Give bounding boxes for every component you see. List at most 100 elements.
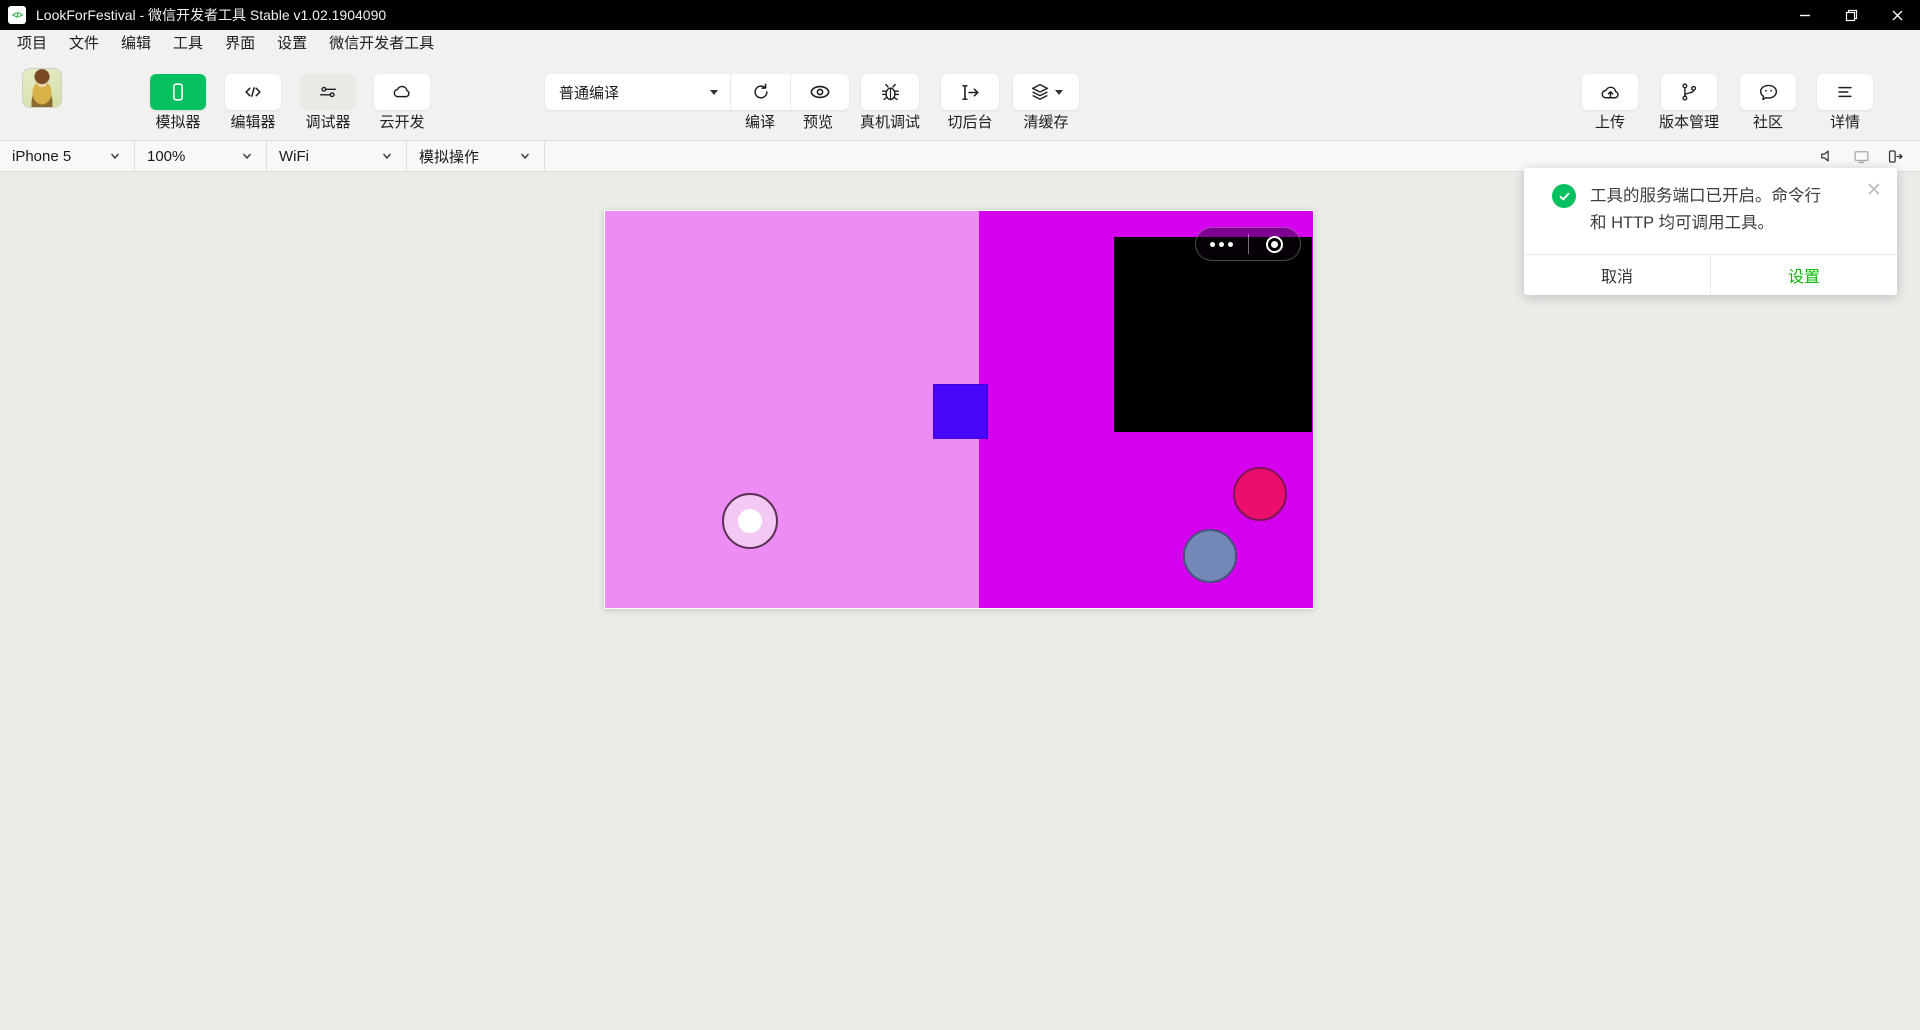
- version-label: 版本管理: [1658, 114, 1719, 131]
- details-button[interactable]: [1817, 74, 1873, 110]
- black-panel: [1114, 237, 1312, 432]
- device-bar-tools: [1810, 141, 1912, 171]
- network-value: WiFi: [279, 147, 309, 165]
- layers-icon: [1031, 83, 1049, 100]
- white-dot: [738, 509, 762, 533]
- clear-cache-button[interactable]: [1013, 74, 1079, 110]
- title-bar: </> LookForFestival - 微信开发者工具 Stable v1.…: [0, 0, 1920, 30]
- cloud-dev-label: 云开发: [379, 114, 425, 131]
- caret-down-icon: [1055, 89, 1063, 95]
- chevron-down-icon: [383, 153, 391, 159]
- remote-debug-button[interactable]: [861, 74, 919, 110]
- detach-simulator-button[interactable]: [1878, 141, 1912, 171]
- capsule-more-button[interactable]: [1196, 228, 1248, 260]
- app-logo-icon: </>: [8, 6, 26, 24]
- sliders-icon: [319, 86, 337, 98]
- community-button[interactable]: [1740, 74, 1796, 110]
- restore-icon: [1845, 9, 1857, 21]
- window-title: LookForFestival - 微信开发者工具 Stable v1.02.1…: [36, 7, 387, 23]
- menu-bar: 项目 文件 编辑 工具 界面 设置 微信开发者工具: [0, 30, 1920, 58]
- compile-mode-value: 普通编译: [559, 84, 620, 102]
- scale-select[interactable]: 100%: [135, 141, 267, 171]
- phone-icon: [173, 83, 183, 101]
- compile-mode-select[interactable]: 普通编译: [545, 74, 731, 110]
- cloud-dev-button[interactable]: [374, 74, 430, 110]
- menu-project[interactable]: 项目: [6, 30, 58, 58]
- detach-window-icon: [1888, 149, 1903, 163]
- slate-ball-sprite[interactable]: [1183, 529, 1237, 583]
- menu-settings[interactable]: 设置: [266, 30, 318, 58]
- minimize-button[interactable]: [1782, 0, 1828, 30]
- simulator-button[interactable]: [150, 74, 206, 110]
- more-dots-icon: [1219, 241, 1225, 247]
- crimson-ball-sprite[interactable]: [1233, 467, 1287, 521]
- scale-value: 100%: [147, 147, 186, 165]
- refresh-icon: [753, 83, 768, 99]
- success-check-icon: [1552, 184, 1576, 208]
- blue-square-sprite[interactable]: [933, 384, 988, 439]
- chat-bubble-icon: [1759, 84, 1777, 100]
- code-icon: [245, 87, 261, 97]
- capsule-exit-button[interactable]: [1249, 228, 1301, 260]
- menu-tools[interactable]: 工具: [162, 30, 214, 58]
- close-window-icon: [1892, 10, 1902, 20]
- cloud-icon: [393, 85, 410, 98]
- notification-body: 工具的服务端口已开启。命令行 和 HTTP 均可调用工具。 ✕: [1524, 168, 1897, 254]
- pink-ring-sprite[interactable]: [722, 493, 778, 549]
- editor-button[interactable]: [225, 74, 281, 110]
- device-select[interactable]: iPhone 5: [0, 141, 135, 171]
- version-button[interactable]: [1661, 74, 1717, 110]
- more-dots-icon: [1210, 241, 1216, 247]
- upload-button[interactable]: [1582, 74, 1638, 110]
- caret-down-icon: [710, 89, 718, 95]
- chevron-down-icon: [521, 153, 529, 159]
- more-dots-icon: [1228, 241, 1234, 247]
- clear-cache-label: 清缓存: [1023, 114, 1069, 131]
- circle-dot-core: [1270, 240, 1278, 248]
- menu-file[interactable]: 文件: [58, 30, 110, 58]
- simulate-action-select[interactable]: 模拟操作: [407, 141, 545, 171]
- toolbar: 模拟器 编辑器 调试器 云开发 普通编译 编译 预览 真机调试 切后台 清缓存 …: [0, 58, 1920, 140]
- compile-button[interactable]: [731, 74, 790, 110]
- settings-button[interactable]: 设置: [1711, 255, 1897, 295]
- user-avatar[interactable]: [22, 68, 62, 108]
- simulate-action-value: 模拟操作: [419, 148, 480, 166]
- speaker-icon: [1821, 150, 1829, 162]
- switch-background-button[interactable]: [941, 74, 999, 110]
- restore-button[interactable]: [1828, 0, 1874, 30]
- branch-icon: [1682, 83, 1697, 101]
- preview-button[interactable]: [790, 74, 849, 110]
- device-value: iPhone 5: [12, 147, 72, 165]
- chevron-down-icon: [111, 153, 119, 159]
- chevron-down-icon: [243, 153, 251, 159]
- compile-strip: 普通编译: [545, 74, 849, 110]
- network-select[interactable]: WiFi: [267, 141, 407, 171]
- details-label: 详情: [1829, 114, 1860, 131]
- cloud-upload-icon: [1601, 86, 1619, 98]
- cancel-button[interactable]: 取消: [1524, 255, 1711, 295]
- switch-background-icon: [961, 84, 979, 100]
- notification-text-line1: 工具的服务端口已开启。命令行: [1590, 187, 1821, 205]
- miniprogram-capsule: [1195, 227, 1301, 261]
- mute-button[interactable]: [1810, 141, 1844, 171]
- notification-footer: 取消 设置: [1524, 254, 1897, 295]
- remote-debug-label: 真机调试: [859, 114, 920, 131]
- wechat-devtools-window: </> LookForFestival - 微信开发者工具 Stable v1.…: [0, 0, 1920, 1030]
- bug-icon: [881, 83, 899, 100]
- debugger-button[interactable]: [300, 74, 356, 110]
- screen-mirror-button[interactable]: [1844, 141, 1878, 171]
- simulator-canvas[interactable]: [604, 210, 1314, 609]
- service-port-notification: 工具的服务端口已开启。命令行 和 HTTP 均可调用工具。 ✕ 取消 设置: [1524, 168, 1897, 295]
- notification-close-button[interactable]: ✕: [1864, 181, 1884, 201]
- circle-dot-icon: [1265, 235, 1283, 253]
- monitor-icon: [1854, 150, 1868, 163]
- notification-text-line2: 和 HTTP 均可调用工具。: [1590, 214, 1774, 232]
- close-window-button[interactable]: [1874, 0, 1920, 30]
- minimize-icon: [1800, 14, 1810, 17]
- menu-view[interactable]: 界面: [214, 30, 266, 58]
- eye-icon: [810, 85, 830, 99]
- window-controls: [1782, 0, 1920, 30]
- menu-edit[interactable]: 编辑: [110, 30, 162, 58]
- menu-devtools[interactable]: 微信开发者工具: [318, 30, 445, 58]
- upload-label: 上传: [1594, 114, 1625, 131]
